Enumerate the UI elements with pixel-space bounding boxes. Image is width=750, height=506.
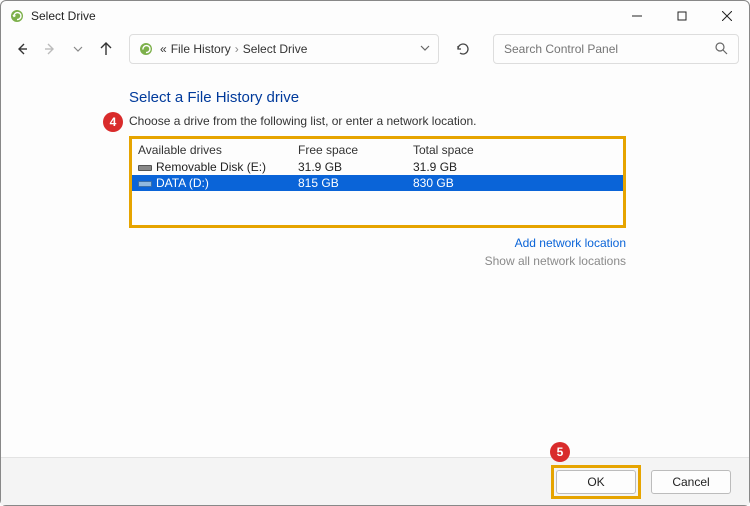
drive-name: Removable Disk (E:) [156, 160, 266, 174]
drive-free: 815 GB [298, 176, 413, 190]
window-title: Select Drive [31, 9, 96, 23]
main-content: Select a File History drive 4 Choose a d… [1, 67, 749, 268]
search-input[interactable] [504, 42, 714, 56]
address-bar[interactable]: « File History › Select Drive [129, 34, 439, 64]
drive-row[interactable]: Removable Disk (E:) 31.9 GB 31.9 GB [132, 159, 623, 175]
show-all-locations-link: Show all network locations [129, 254, 626, 268]
location-icon [138, 41, 154, 57]
app-icon [9, 8, 25, 24]
back-button[interactable] [11, 38, 33, 60]
address-dropdown[interactable] [420, 42, 430, 56]
drive-list-header: Available drives Free space Total space [132, 139, 623, 159]
window-controls [614, 1, 749, 31]
maximize-button[interactable] [659, 1, 704, 31]
drive-name: DATA (D:) [156, 176, 209, 190]
drive-total: 830 GB [413, 176, 617, 190]
column-header-name[interactable]: Available drives [138, 143, 298, 157]
titlebar: Select Drive [1, 1, 749, 31]
column-header-free[interactable]: Free space [298, 143, 413, 157]
drive-list-box: Available drives Free space Total space … [129, 136, 626, 228]
add-network-location-link[interactable]: Add network location [129, 236, 626, 250]
breadcrumb[interactable]: « File History › Select Drive [160, 42, 307, 56]
footer: 5 OK Cancel [1, 457, 749, 505]
drive-free: 31.9 GB [298, 160, 413, 174]
page-heading: Select a File History drive [129, 89, 731, 106]
chevron-right-icon: › [235, 42, 239, 56]
recent-dropdown[interactable] [67, 38, 89, 60]
link-area: Add network location Show all network lo… [129, 236, 626, 268]
forward-button[interactable] [39, 38, 61, 60]
navigation-row: « File History › Select Drive [1, 31, 749, 67]
titlebar-left: Select Drive [9, 8, 96, 24]
cancel-button[interactable]: Cancel [651, 470, 731, 494]
search-box[interactable] [493, 34, 739, 64]
close-button[interactable] [704, 1, 749, 31]
ok-highlight: 5 OK [551, 465, 641, 499]
drive-icon [138, 178, 152, 188]
breadcrumb-part-1[interactable]: File History [171, 42, 231, 56]
breadcrumb-part-2[interactable]: Select Drive [243, 42, 308, 56]
drive-icon [138, 162, 152, 172]
column-header-total[interactable]: Total space [413, 143, 617, 157]
breadcrumb-prefix: « [160, 42, 167, 56]
up-button[interactable] [95, 38, 117, 60]
callout-5: 5 [550, 442, 570, 462]
callout-4: 4 [103, 112, 123, 132]
ok-button[interactable]: OK [556, 470, 636, 494]
page-subtitle: 4 Choose a drive from the following list… [129, 114, 731, 128]
drive-total: 31.9 GB [413, 160, 617, 174]
refresh-button[interactable] [449, 35, 477, 63]
minimize-button[interactable] [614, 1, 659, 31]
drive-row-selected[interactable]: DATA (D:) 815 GB 830 GB [132, 175, 623, 191]
search-icon[interactable] [714, 41, 728, 58]
